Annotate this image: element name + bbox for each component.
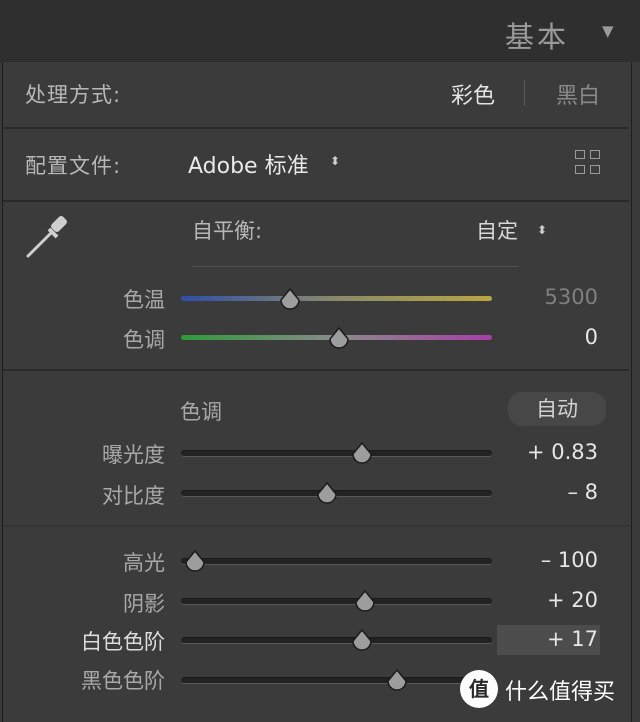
divider [3, 525, 629, 527]
tint-slider-thumb[interactable] [328, 326, 350, 349]
watermark-text: 什么值得买 [505, 680, 616, 705]
grid-icon[interactable] [575, 150, 601, 176]
blacks-slider-thumb[interactable] [386, 668, 408, 691]
tint-value[interactable]: 0 [488, 325, 598, 349]
exposure-value[interactable]: + 0.83 [488, 440, 598, 464]
contrast-value[interactable]: – 8 [488, 480, 598, 504]
shadows-label: 阴影 [123, 592, 165, 616]
treatment-bw-button[interactable]: 黑白 [556, 78, 600, 110]
temp-slider-track[interactable] [181, 296, 492, 301]
tone-section-title: 色调 [180, 400, 222, 424]
whites-slider-thumb[interactable] [351, 628, 373, 651]
exposure-slider-thumb[interactable] [351, 441, 373, 464]
white-balance-label: 自平衡: [192, 219, 263, 243]
whites-value[interactable]: + 17 [488, 627, 598, 651]
eyedropper-icon[interactable] [22, 210, 74, 262]
highlights-value[interactable]: – 100 [488, 548, 598, 572]
treatment-color-button[interactable]: 彩色 [451, 78, 495, 110]
chevron-updown-icon[interactable]: ⬍ [537, 223, 547, 237]
whites-slider-track[interactable] [181, 637, 492, 644]
profile-dropdown[interactable]: Adobe 标准 [188, 148, 309, 180]
divider [3, 200, 629, 202]
temp-value[interactable]: 5300 [488, 285, 598, 309]
triangle-down-icon[interactable]: ▼ [602, 22, 614, 40]
shadows-slider-track[interactable] [181, 598, 492, 605]
watermark-logo-icon: 值 [460, 670, 498, 708]
divider [3, 127, 629, 129]
exposure-slider-track[interactable] [181, 450, 492, 457]
highlights-label: 高光 [123, 551, 165, 575]
shadows-slider-thumb[interactable] [354, 589, 376, 612]
highlights-slider-track[interactable] [181, 558, 492, 565]
profile-label: 配置文件: [25, 154, 122, 178]
contrast-slider-thumb[interactable] [316, 481, 338, 504]
panel-title: 基本 [505, 20, 570, 54]
contrast-label: 对比度 [102, 484, 165, 508]
tint-label: 色调 [123, 328, 165, 352]
white-balance-dropdown[interactable]: 自定 [476, 215, 518, 245]
highlights-slider-thumb[interactable] [184, 549, 206, 572]
treatment-separator [524, 80, 525, 106]
auto-tone-button[interactable]: 自动 [508, 392, 606, 426]
treatment-label: 处理方式: [25, 83, 122, 107]
whites-label: 白色色阶 [81, 630, 165, 654]
divider [3, 369, 629, 371]
divider [193, 266, 518, 267]
exposure-label: 曝光度 [102, 443, 165, 467]
blacks-label: 黑色色阶 [81, 669, 165, 693]
shadows-value[interactable]: + 20 [488, 588, 598, 612]
blacks-slider-track[interactable] [181, 677, 492, 684]
chevron-updown-icon[interactable]: ⬍ [330, 154, 340, 168]
temp-slider-thumb[interactable] [279, 287, 301, 310]
temp-label: 色温 [123, 288, 165, 312]
